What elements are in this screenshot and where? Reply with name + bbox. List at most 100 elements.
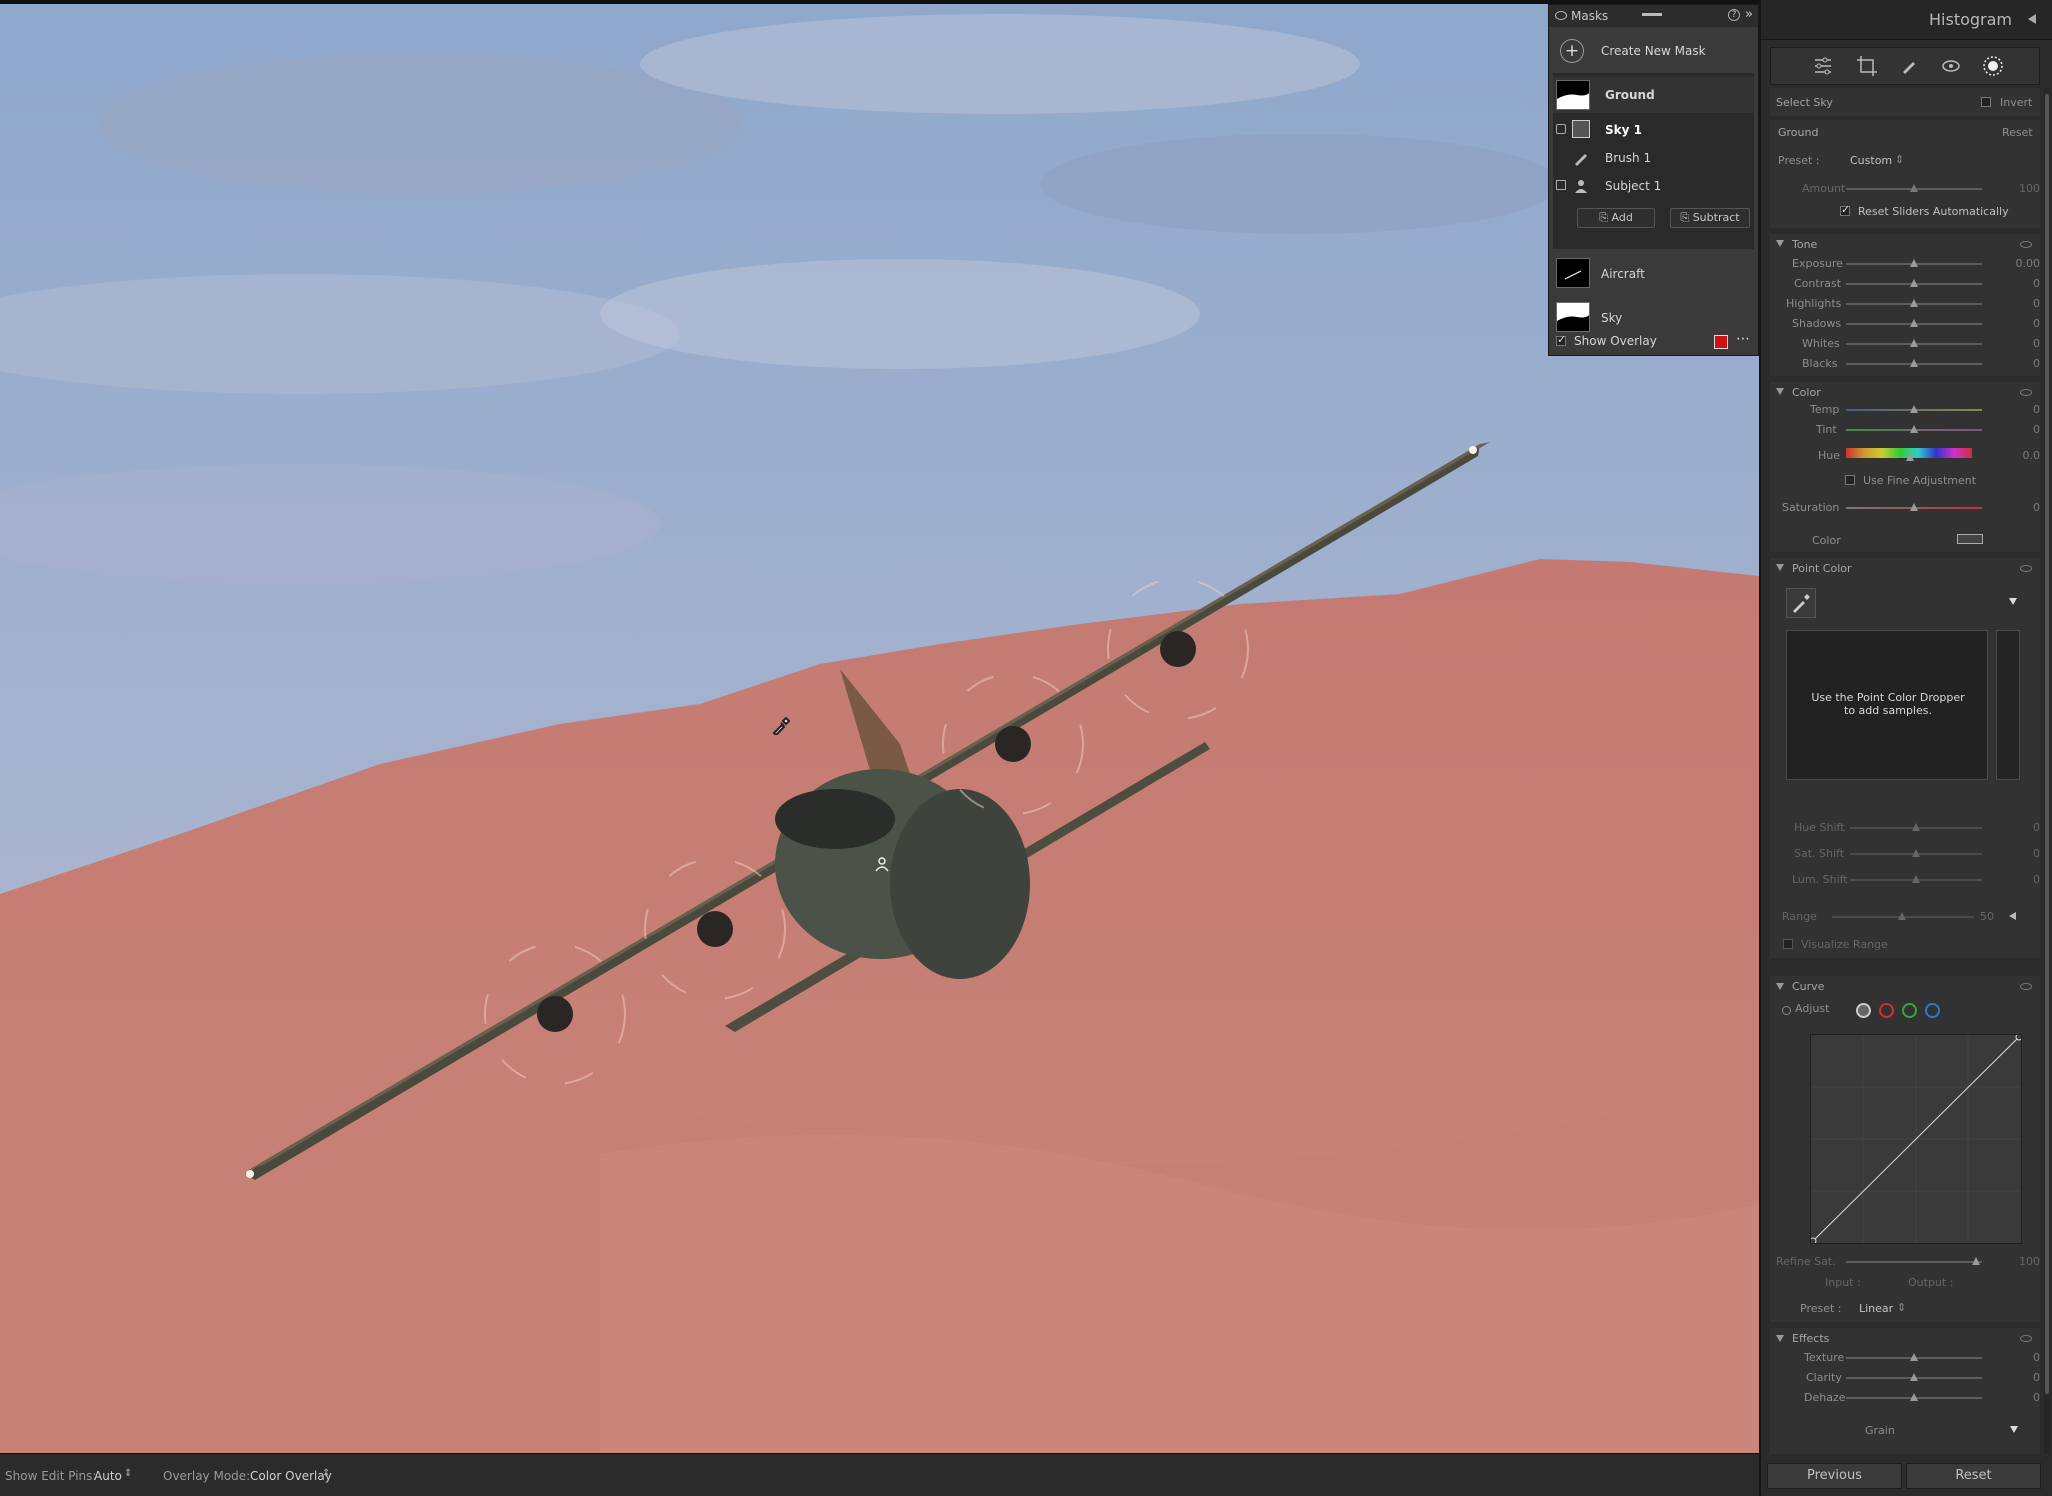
visualize-range-checkbox[interactable] (1783, 939, 1793, 949)
color-swatch[interactable] (1957, 534, 1983, 544)
grain-disclosure-icon[interactable] (2010, 1426, 2018, 1433)
subtract-mask-button[interactable]: ⎘ Subtract (1670, 208, 1750, 228)
color-visibility-icon[interactable] (2020, 389, 2032, 396)
dehaze-slider-knob[interactable] (1910, 1393, 1918, 1401)
fine-adjustment-checkbox[interactable] (1845, 475, 1855, 485)
tone-visibility-icon[interactable] (2020, 241, 2032, 248)
whites-slider-knob[interactable] (1910, 339, 1918, 347)
refine-sat-slider[interactable] (1846, 1261, 1982, 1263)
drag-handle-icon[interactable] (1642, 13, 1662, 16)
edit-sliders-icon[interactable] (1811, 54, 1835, 78)
hue-value[interactable]: 0.0 (2000, 449, 2041, 462)
color-disclosure-icon[interactable] (1776, 388, 1784, 395)
texture-value[interactable]: 0 (2000, 1351, 2040, 1364)
curve-channel-green[interactable] (1902, 1003, 1917, 1018)
crop-icon[interactable] (1855, 54, 1879, 78)
more-options-icon[interactable]: ⋯ (1736, 331, 1750, 347)
mask-item-aircraft[interactable]: Aircraft (1549, 255, 1758, 295)
range-value[interactable]: 50 (1980, 910, 1994, 923)
saturation-slider-knob[interactable] (1910, 503, 1918, 511)
help-icon[interactable]: ? (1728, 9, 1740, 21)
lum-shift-value[interactable]: 0 (2000, 873, 2040, 886)
exposure-value[interactable]: 0.00 (2000, 257, 2041, 270)
mask-item-ground[interactable]: Ground (1553, 77, 1754, 113)
aircraft-photo[interactable] (0, 4, 1759, 1453)
mask-reset-link[interactable]: Reset (2002, 126, 2033, 139)
temp-slider-knob[interactable] (1910, 405, 1918, 413)
adjust-radio[interactable] (1782, 1006, 1791, 1015)
curve-disclosure-icon[interactable] (1776, 983, 1784, 990)
highlights-slider-knob[interactable] (1910, 299, 1918, 307)
clarity-value[interactable]: 0 (2000, 1371, 2040, 1384)
overlay-mode-chevron-icon[interactable]: ⇕ (322, 1468, 330, 1479)
amount-value[interactable]: 100 (2000, 182, 2040, 195)
masks-panel-header[interactable]: Masks ? » (1549, 5, 1758, 27)
eye-icon[interactable] (1555, 11, 1567, 20)
point-color-samples-box[interactable]: Use the Point Color Dropper to add sampl… (1786, 630, 1988, 780)
tint-value[interactable]: 0 (2000, 423, 2040, 436)
lum-shift-slider-knob[interactable] (1912, 875, 1920, 883)
show-overlay-checkbox[interactable] (1556, 333, 1566, 346)
add-mask-button[interactable]: ⎘ Add (1577, 208, 1655, 228)
point-color-visibility-icon[interactable] (2020, 565, 2032, 572)
shadows-value[interactable]: 0 (2000, 317, 2040, 330)
amount-slider-knob[interactable] (1910, 184, 1918, 192)
curve-visibility-icon[interactable] (2020, 983, 2032, 990)
curve-channel-blue[interactable] (1925, 1003, 1940, 1018)
temp-value[interactable]: 0 (2000, 403, 2040, 416)
hue-shift-value[interactable]: 0 (2000, 821, 2040, 834)
dehaze-value[interactable]: 0 (2000, 1391, 2040, 1404)
hue-slider-knob[interactable] (1906, 453, 1914, 461)
range-expand-icon[interactable] (2009, 912, 2016, 920)
blacks-slider-knob[interactable] (1910, 359, 1918, 367)
tone-curve-graph[interactable] (1809, 1033, 2023, 1245)
mask-item-subject-1[interactable]: Subject 1 (1553, 173, 1754, 199)
curve-preset-select[interactable]: Linear (1859, 1302, 1893, 1315)
curve-preset-chevron-icon[interactable]: ⇕ (1897, 1301, 1906, 1314)
panel-scrollbar-thumb[interactable] (2045, 94, 2049, 1394)
whites-value[interactable]: 0 (2000, 337, 2040, 350)
previous-button[interactable]: Previous (1767, 1463, 1902, 1489)
preset-chevron-icon[interactable]: ⇕ (1895, 153, 1904, 166)
tint-slider-knob[interactable] (1910, 425, 1918, 433)
contrast-slider-knob[interactable] (1910, 279, 1918, 287)
blacks-value[interactable]: 0 (2000, 357, 2040, 370)
sat-shift-slider-knob[interactable] (1912, 849, 1920, 857)
curve-channel-red[interactable] (1879, 1003, 1894, 1018)
mask-item-brush-1[interactable]: Brush 1 (1553, 145, 1754, 171)
refine-sat-value[interactable]: 100 (2000, 1255, 2040, 1268)
shadows-slider-knob[interactable] (1910, 319, 1918, 327)
refine-sat-slider-knob[interactable] (1972, 1257, 1980, 1265)
clarity-slider-knob[interactable] (1910, 1373, 1918, 1381)
collapse-triangle-icon[interactable] (2028, 14, 2036, 24)
exposure-slider-knob[interactable] (1910, 259, 1918, 267)
panel-scrollbar[interactable] (2044, 88, 2050, 1454)
mask-item-sky-1[interactable]: Sky 1 (1553, 117, 1754, 143)
reset-sliders-checkbox[interactable] (1840, 203, 1850, 216)
highlights-value[interactable]: 0 (2000, 297, 2040, 310)
effects-visibility-icon[interactable] (2020, 1335, 2032, 1342)
tone-disclosure-icon[interactable] (1776, 240, 1784, 247)
overlay-mode-select[interactable]: Color Overlay (250, 1469, 332, 1483)
edit-pins-select[interactable]: Auto (94, 1469, 122, 1483)
color-dropper-icon[interactable] (1786, 588, 1816, 618)
overlay-color-swatch[interactable] (1714, 335, 1728, 349)
edit-pin-icon[interactable] (874, 856, 890, 872)
texture-slider-knob[interactable] (1910, 1353, 1918, 1361)
contrast-value[interactable]: 0 (2000, 277, 2040, 290)
hue-shift-slider-knob[interactable] (1912, 823, 1920, 831)
preset-select[interactable]: Custom (1850, 154, 1892, 167)
photo-canvas[interactable] (0, 0, 1759, 1453)
reset-button[interactable]: Reset (1906, 1463, 2041, 1489)
create-new-mask-button[interactable]: + Create New Mask (1549, 29, 1758, 73)
sat-shift-value[interactable]: 0 (2000, 847, 2040, 860)
histogram-header[interactable]: Histogram (1761, 0, 2052, 40)
red-eye-icon[interactable] (1939, 54, 1963, 78)
saturation-value[interactable]: 0 (2000, 501, 2040, 514)
healing-brush-icon[interactable] (1897, 54, 1921, 78)
point-color-dropdown-icon[interactable] (2009, 598, 2017, 605)
masking-icon[interactable] (1981, 54, 2005, 78)
collapse-panel-icon[interactable]: » (1745, 7, 1753, 22)
point-color-disclosure-icon[interactable] (1776, 564, 1784, 571)
invert-checkbox[interactable] (1981, 97, 1991, 107)
